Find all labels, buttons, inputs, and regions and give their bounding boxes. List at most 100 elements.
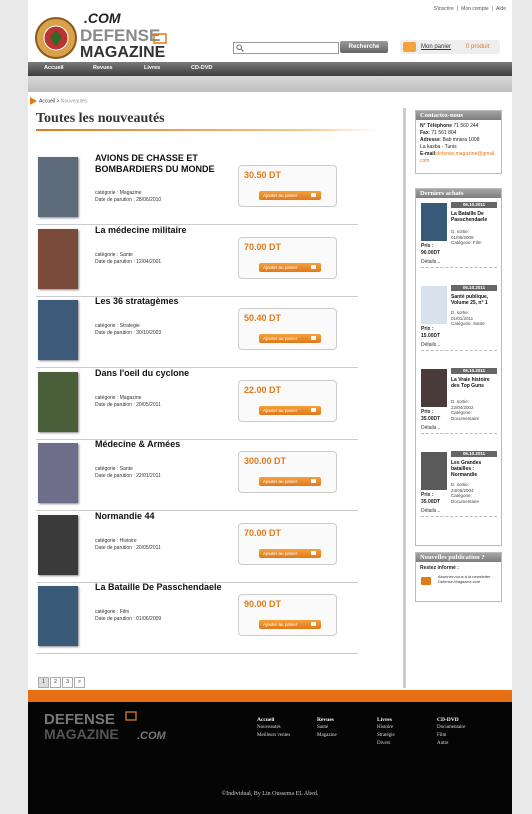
cart-icon	[311, 264, 316, 269]
add-to-cart-button[interactable]: Ajouter au panier	[259, 405, 321, 415]
product-row: La Bataille De Passchendaele catégorie : …	[36, 582, 358, 654]
add-to-cart-button[interactable]: Ajouter au panier	[259, 620, 321, 629]
footer-link[interactable]: Meilleurs ventes	[257, 732, 290, 740]
envelope-icon[interactable]	[421, 577, 431, 585]
cart-widget[interactable]: Mon panier 0 produit	[400, 40, 500, 54]
purchase-price: 90.00DT	[421, 250, 441, 256]
contact-block: Contactez-nous N° Téléphone 71 560 244 F…	[415, 110, 502, 174]
page-title: Toutes les nouveautés	[36, 111, 165, 126]
purchase-title[interactable]: La Bataille De Passchendaele	[451, 211, 497, 223]
breadcrumb-home[interactable]: Accueil	[39, 98, 55, 104]
add-to-cart-button[interactable]: Ajouter au panier	[259, 477, 321, 486]
cart-icon	[311, 407, 316, 412]
product-name[interactable]: Médecine & Armées	[95, 439, 235, 450]
footer-column-title[interactable]: CD-DVD	[437, 716, 465, 724]
add-to-cart-button[interactable]: Ajouter au panier	[259, 191, 321, 200]
page-1[interactable]: 1	[38, 677, 49, 688]
footer-link[interactable]: Magazine	[317, 732, 337, 740]
footer-link[interactable]: Autre	[437, 740, 465, 748]
product-date: 22/01/2011	[136, 473, 161, 479]
product-name[interactable]: Les 36 stratagèmes	[95, 296, 235, 307]
search-button[interactable]: Recherche	[340, 41, 388, 53]
add-to-cart-button[interactable]: Ajouter au panier	[259, 548, 321, 558]
product-name[interactable]: Dans l'oeil du cyclone	[95, 368, 235, 379]
purchase-price: 35.00DT	[421, 499, 441, 505]
purchase-category: Documentaire	[451, 415, 480, 421]
title-underline	[36, 129, 376, 131]
product-category: Histoire	[119, 537, 137, 544]
account-link[interactable]: Mon compte	[461, 6, 489, 12]
footer-link[interactable]: Divers	[377, 740, 395, 748]
product-row: Les 36 stratagèmes catégorie : Strategie D…	[36, 296, 358, 368]
product-price: 50.40 DT	[244, 313, 282, 323]
footer-link[interactable]: Histoire	[377, 724, 395, 732]
page-3[interactable]: 3	[62, 677, 73, 688]
purchase-item: 06.10.2011 La Vraie histoire des Top Guns…	[419, 368, 497, 448]
product-name[interactable]: Normandie 44	[95, 511, 235, 522]
nav-cd-dvd[interactable]: CD-DVD	[191, 65, 212, 71]
svg-text:MAGAZINE: MAGAZINE	[44, 726, 119, 742]
product-name[interactable]: AVIONS DE CHASSE ET BOMBARDIERS DU MONDE	[95, 153, 235, 175]
nav-livres[interactable]: Livres	[144, 65, 160, 71]
price-box: 70.00 DT Ajouter au panier	[238, 236, 337, 279]
purchase-cover-image[interactable]	[421, 203, 447, 241]
contact-phone: 71 560 244	[452, 123, 479, 129]
divider	[421, 433, 497, 434]
product-cover-image[interactable]	[38, 443, 78, 503]
details-link[interactable]: Détails...	[421, 259, 440, 265]
footer-column-title[interactable]: Accueil	[257, 716, 290, 724]
footer-column-title[interactable]: Revues	[317, 716, 337, 724]
details-link[interactable]: Détails...	[421, 508, 440, 514]
footer-link[interactable]: Nouveautés	[257, 724, 290, 732]
product-cover-image[interactable]	[38, 514, 78, 575]
details-link[interactable]: Détails...	[421, 342, 440, 348]
footer-column-title[interactable]: Livres	[377, 716, 395, 724]
purchase-title[interactable]: Santé publique, Volume 25, n° 1	[451, 294, 497, 306]
purchase-title[interactable]: Les Grandes batailles : Normandie	[451, 460, 497, 478]
purchases-block: Derniers achats 06.10.2011 La Bataille De…	[415, 188, 502, 546]
purchase-cover-image[interactable]	[421, 452, 447, 490]
nav-accueil[interactable]: Accueil	[44, 65, 64, 71]
product-cover-image[interactable]	[38, 157, 78, 217]
page-next[interactable]: >	[74, 677, 85, 688]
product-price: 300.00 DT	[244, 456, 287, 466]
details-link[interactable]: Détails...	[421, 425, 440, 431]
product-row: Médecine & Armées catégorie : Sante Date d…	[36, 439, 358, 511]
breadcrumb: Accueil > Nouveautés	[30, 97, 88, 105]
product-name[interactable]: La Bataille De Passchendaele	[95, 582, 235, 593]
help-link[interactable]: Aide	[496, 6, 506, 12]
product-category: Magazine	[119, 190, 142, 196]
add-to-cart-button[interactable]: Ajouter au panier	[259, 262, 321, 272]
cart-icon	[311, 550, 316, 555]
page-2[interactable]: 2	[50, 677, 61, 688]
newsletter-block: Nouvelles publication ? Restez informé :…	[415, 552, 502, 602]
signup-link[interactable]: S'inscrire	[433, 6, 453, 12]
purchase-cover-image[interactable]	[421, 369, 447, 407]
product-row: La médecine militaire catégorie : Sante Da…	[36, 225, 358, 297]
footer-link[interactable]: Film	[437, 732, 465, 740]
product-cover-image[interactable]	[38, 300, 78, 360]
price-box: 300.00 DT Ajouter au panier	[238, 451, 337, 493]
add-to-cart-button[interactable]: Ajouter au panier	[259, 334, 321, 343]
basket-icon	[403, 42, 416, 52]
product-cover-image[interactable]	[38, 228, 78, 289]
product-cover-image[interactable]	[38, 371, 78, 432]
nav-revues[interactable]: Revues	[93, 65, 113, 71]
site-logo[interactable]: .COM DEFENSE MAGAZINE	[34, 8, 174, 60]
divider	[421, 267, 497, 268]
footer-link[interactable]: Documentaire	[437, 724, 465, 732]
contact-title: Contactez-nous	[416, 111, 501, 120]
cart-link[interactable]: Mon panier	[421, 44, 451, 50]
cart-icon	[311, 622, 316, 626]
breadcrumb-current: Nouveautés	[60, 98, 88, 105]
footer-logo[interactable]: DEFENSE MAGAZINE .COM	[42, 708, 176, 742]
product-name[interactable]: La médecine militaire	[95, 225, 235, 236]
footer-link[interactable]: Santé	[317, 724, 337, 732]
search-input[interactable]	[233, 42, 339, 54]
purchase-cover-image[interactable]	[421, 286, 447, 324]
purchase-category: Sante	[473, 321, 485, 326]
product-cover-image[interactable]	[38, 586, 78, 646]
footer-link[interactable]: Stratégie	[377, 732, 395, 740]
purchase-title[interactable]: La Vraie histoire des Top Guns	[451, 377, 497, 389]
newsletter-text[interactable]: Abonnez-vous à la newsletter Defense-Mag…	[438, 574, 494, 584]
